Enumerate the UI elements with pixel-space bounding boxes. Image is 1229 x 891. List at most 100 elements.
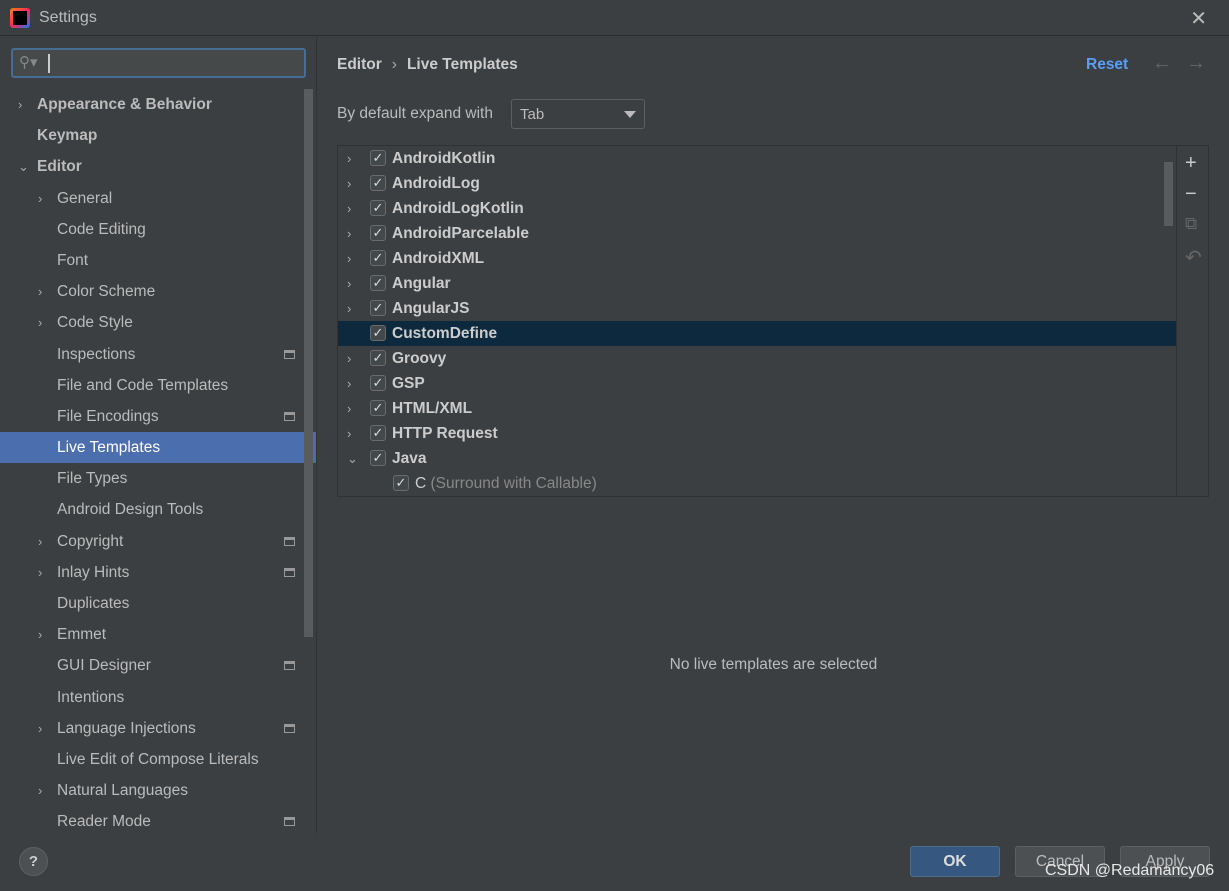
template-checkbox[interactable]: ✓ bbox=[370, 425, 386, 441]
breadcrumb-parent[interactable]: Editor bbox=[337, 56, 382, 73]
template-group-label: AndroidKotlin bbox=[392, 150, 496, 167]
template-group-label: HTML/XML bbox=[392, 400, 473, 417]
chevron-right-icon[interactable]: › bbox=[347, 196, 351, 221]
template-checkbox[interactable]: ✓ bbox=[370, 325, 386, 341]
expand-with-dropdown[interactable]: Tab bbox=[511, 99, 645, 129]
template-group-label: AndroidLog bbox=[392, 175, 480, 192]
chevron-right-icon[interactable]: › bbox=[38, 557, 42, 588]
template-checkbox[interactable]: ✓ bbox=[370, 150, 386, 166]
chevron-right-icon[interactable]: › bbox=[38, 619, 42, 650]
template-checkbox[interactable]: ✓ bbox=[370, 400, 386, 416]
sidebar-item[interactable]: › Appearance & Behavior bbox=[0, 89, 303, 120]
sidebar-item[interactable]: › General bbox=[0, 183, 303, 214]
sidebar-item[interactable]: Font bbox=[0, 245, 303, 276]
chevron-right-icon[interactable]: › bbox=[347, 221, 351, 246]
template-row[interactable]: › ✓ AndroidParcelable bbox=[338, 221, 1176, 246]
sidebar-item[interactable]: GUI Designer bbox=[0, 650, 303, 681]
chevron-right-icon[interactable]: › bbox=[38, 183, 42, 214]
sidebar-item[interactable]: Live Edit of Compose Literals bbox=[0, 744, 303, 775]
template-row[interactable]: › ✓ HTTP Request bbox=[338, 421, 1176, 446]
chevron-right-icon[interactable]: › bbox=[347, 171, 351, 196]
sidebar-item[interactable]: File Encodings bbox=[0, 401, 303, 432]
template-checkbox[interactable]: ✓ bbox=[393, 475, 409, 491]
sidebar-item[interactable]: File and Code Templates bbox=[0, 370, 303, 401]
sidebar-item-label: File and Code Templates bbox=[57, 376, 229, 394]
sidebar-item[interactable]: Duplicates bbox=[0, 588, 303, 619]
sidebar-scrollbar[interactable] bbox=[304, 89, 313, 637]
forward-arrow-icon[interactable]: → bbox=[1186, 52, 1206, 75]
restore-icon[interactable]: ↶ bbox=[1185, 245, 1202, 270]
chevron-right-icon[interactable]: › bbox=[38, 775, 42, 806]
sidebar-item[interactable]: Android Design Tools bbox=[0, 494, 303, 525]
back-arrow-icon[interactable]: ← bbox=[1152, 52, 1172, 75]
chevron-right-icon[interactable]: › bbox=[347, 371, 351, 396]
ok-button[interactable]: OK bbox=[910, 846, 1000, 877]
template-row[interactable]: › ✓ AndroidLogKotlin bbox=[338, 196, 1176, 221]
sidebar-item[interactable]: › Inlay Hints bbox=[0, 557, 303, 588]
sidebar-item[interactable]: › Language Injections bbox=[0, 713, 303, 744]
sidebar-item[interactable]: › Copyright bbox=[0, 526, 303, 557]
chevron-right-icon[interactable]: › bbox=[347, 346, 351, 371]
template-checkbox[interactable]: ✓ bbox=[370, 275, 386, 291]
sidebar-item[interactable]: › Color Scheme bbox=[0, 276, 303, 307]
template-checkbox[interactable]: ✓ bbox=[370, 300, 386, 316]
sidebar-item-label: Language Injections bbox=[57, 719, 196, 737]
chevron-down-icon[interactable]: ⌄ bbox=[347, 446, 358, 471]
chevron-right-icon[interactable]: › bbox=[347, 271, 351, 296]
template-checkbox[interactable]: ✓ bbox=[370, 350, 386, 366]
search-input[interactable]: ⚲▾ bbox=[11, 48, 306, 78]
template-row[interactable]: › ✓ GSP bbox=[338, 371, 1176, 396]
reset-link[interactable]: Reset bbox=[1086, 56, 1128, 74]
copy-icon[interactable]: ⧉ bbox=[1185, 214, 1197, 234]
template-row[interactable]: › ✓ AndroidKotlin bbox=[338, 146, 1176, 171]
sidebar-item[interactable]: Keymap bbox=[0, 120, 303, 151]
settings-tree: › Appearance & Behavior Keymap ⌄ Editor › Gene… bbox=[0, 89, 316, 838]
template-description: (Surround with Callable) bbox=[430, 475, 597, 492]
chevron-down-icon[interactable]: ⌄ bbox=[18, 151, 29, 182]
add-icon[interactable]: + bbox=[1185, 152, 1197, 175]
template-checkbox[interactable]: ✓ bbox=[370, 450, 386, 466]
template-checkbox[interactable]: ✓ bbox=[370, 175, 386, 191]
templates-scrollbar[interactable] bbox=[1164, 162, 1173, 226]
sidebar-item[interactable]: › Natural Languages bbox=[0, 775, 303, 806]
chevron-right-icon[interactable]: › bbox=[347, 146, 351, 171]
remove-icon[interactable]: − bbox=[1185, 183, 1197, 206]
sidebar-item[interactable]: › Emmet bbox=[0, 619, 303, 650]
chevron-right-icon[interactable]: › bbox=[38, 526, 42, 557]
template-checkbox[interactable]: ✓ bbox=[370, 250, 386, 266]
project-settings-icon bbox=[284, 411, 295, 421]
chevron-right-icon[interactable]: › bbox=[347, 296, 351, 321]
template-checkbox[interactable]: ✓ bbox=[370, 375, 386, 391]
sidebar-item[interactable]: Live Templates bbox=[0, 432, 316, 464]
template-row[interactable]: ✓ C (Surround with Callable) bbox=[338, 471, 1176, 496]
template-checkbox[interactable]: ✓ bbox=[370, 225, 386, 241]
chevron-right-icon[interactable]: › bbox=[18, 89, 22, 120]
sidebar-item[interactable]: Code Editing bbox=[0, 214, 303, 245]
empty-message: No live templates are selected bbox=[669, 656, 878, 673]
chevron-down-icon bbox=[624, 111, 636, 118]
chevron-right-icon[interactable]: › bbox=[347, 421, 351, 446]
template-row[interactable]: ⌄ ✓ Java bbox=[338, 446, 1176, 471]
chevron-right-icon[interactable]: › bbox=[347, 396, 351, 421]
chevron-right-icon[interactable]: › bbox=[347, 246, 351, 271]
template-checkbox[interactable]: ✓ bbox=[370, 200, 386, 216]
template-row[interactable]: › ✓ Angular bbox=[338, 271, 1176, 296]
template-row[interactable]: › ✓ AndroidXML bbox=[338, 246, 1176, 271]
sidebar-item[interactable]: File Types bbox=[0, 463, 303, 494]
chevron-right-icon[interactable]: › bbox=[38, 307, 42, 338]
template-row[interactable]: › ✓ AndroidLog bbox=[338, 171, 1176, 196]
template-row[interactable]: › ✓ AngularJS bbox=[338, 296, 1176, 321]
template-row[interactable]: › ✓ Groovy bbox=[338, 346, 1176, 371]
sidebar-item-label: Duplicates bbox=[57, 595, 130, 612]
sidebar-item[interactable]: ⌄ Editor bbox=[0, 151, 303, 182]
template-row[interactable]: ✓ CustomDefine bbox=[338, 321, 1176, 346]
chevron-right-icon[interactable]: › bbox=[38, 276, 42, 307]
close-icon[interactable]: ✕ bbox=[1190, 6, 1207, 31]
chevron-right-icon[interactable]: › bbox=[38, 713, 42, 744]
sidebar-item[interactable]: › Code Style bbox=[0, 307, 303, 338]
template-row[interactable]: › ✓ HTML/XML bbox=[338, 396, 1176, 421]
help-button[interactable]: ? bbox=[19, 847, 48, 876]
sidebar-item[interactable]: Inspections bbox=[0, 339, 303, 370]
sidebar-item[interactable]: Intentions bbox=[0, 682, 303, 713]
project-settings-icon bbox=[284, 349, 295, 359]
